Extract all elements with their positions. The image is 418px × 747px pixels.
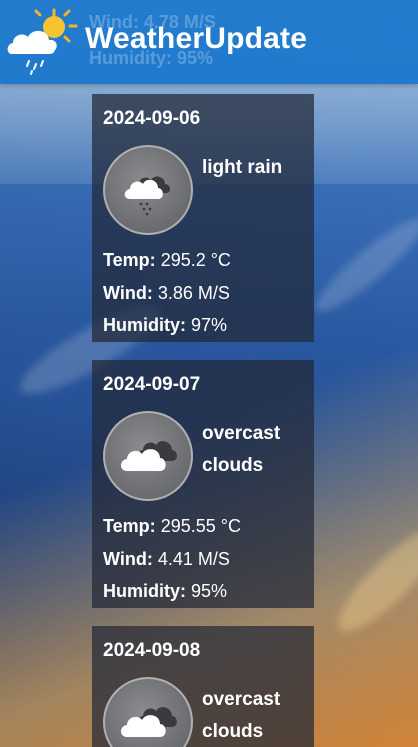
forecast-card[interactable]: 2024-09-07 overcast clouds Temp: 295.55 … bbox=[92, 360, 314, 608]
temp-value: 295.2 °C bbox=[160, 250, 231, 270]
wind-label: Wind: bbox=[103, 283, 153, 303]
forecast-description: overcast clouds bbox=[202, 423, 281, 476]
forecast-date: 2024-09-06 bbox=[103, 108, 201, 129]
forecast-date: 2024-09-08 bbox=[103, 640, 201, 661]
wind-value: 4.41 M/S bbox=[157, 549, 230, 569]
overcast-clouds-icon bbox=[103, 411, 193, 501]
humidity-value: 97% bbox=[191, 315, 228, 335]
forecast-card[interactable]: 2024-09-06 light rain Temp: 295.2 °C Win… bbox=[92, 94, 314, 342]
hidden-wind-text: Wind: 4.78 M/S bbox=[89, 12, 216, 32]
temp-label: Temp: bbox=[103, 250, 156, 270]
humidity-label: Humidity: bbox=[103, 315, 186, 335]
app-page: WeatherUpdate Wind: 4.78 M/S Humidity: 9… bbox=[0, 0, 418, 747]
humidity-row: Humidity: 97% bbox=[103, 315, 227, 336]
forecast-description: light rain bbox=[202, 157, 283, 178]
wind-row: Wind: 4.41 M/S bbox=[103, 549, 230, 570]
cloud-streak bbox=[326, 516, 418, 644]
overcast-clouds-icon bbox=[103, 677, 193, 747]
humidity-label: Humidity: bbox=[103, 581, 186, 601]
forecast-date: 2024-09-07 bbox=[103, 374, 201, 395]
temp-label: Temp: bbox=[103, 516, 156, 536]
light-rain-icon bbox=[103, 145, 193, 235]
temp-row: Temp: 295.2 °C bbox=[103, 250, 231, 271]
wind-label: Wind: bbox=[103, 549, 153, 569]
humidity-row: Humidity: 95% bbox=[103, 581, 227, 602]
wind-value: 3.86 M/S bbox=[157, 283, 230, 303]
sun-cloud-rain-icon bbox=[4, 6, 78, 78]
temp-value: 295.55 °C bbox=[160, 516, 241, 536]
hidden-humidity-text: Humidity: 95% bbox=[89, 48, 214, 68]
temp-row: Temp: 295.55 °C bbox=[103, 516, 241, 537]
humidity-value: 95% bbox=[191, 581, 228, 601]
wind-row: Wind: 3.86 M/S bbox=[103, 283, 230, 304]
cloud-streak bbox=[306, 208, 418, 322]
forecast-card[interactable]: 2024-09-08 overcast clouds bbox=[92, 626, 314, 747]
forecast-description: overcast clouds bbox=[202, 689, 281, 742]
